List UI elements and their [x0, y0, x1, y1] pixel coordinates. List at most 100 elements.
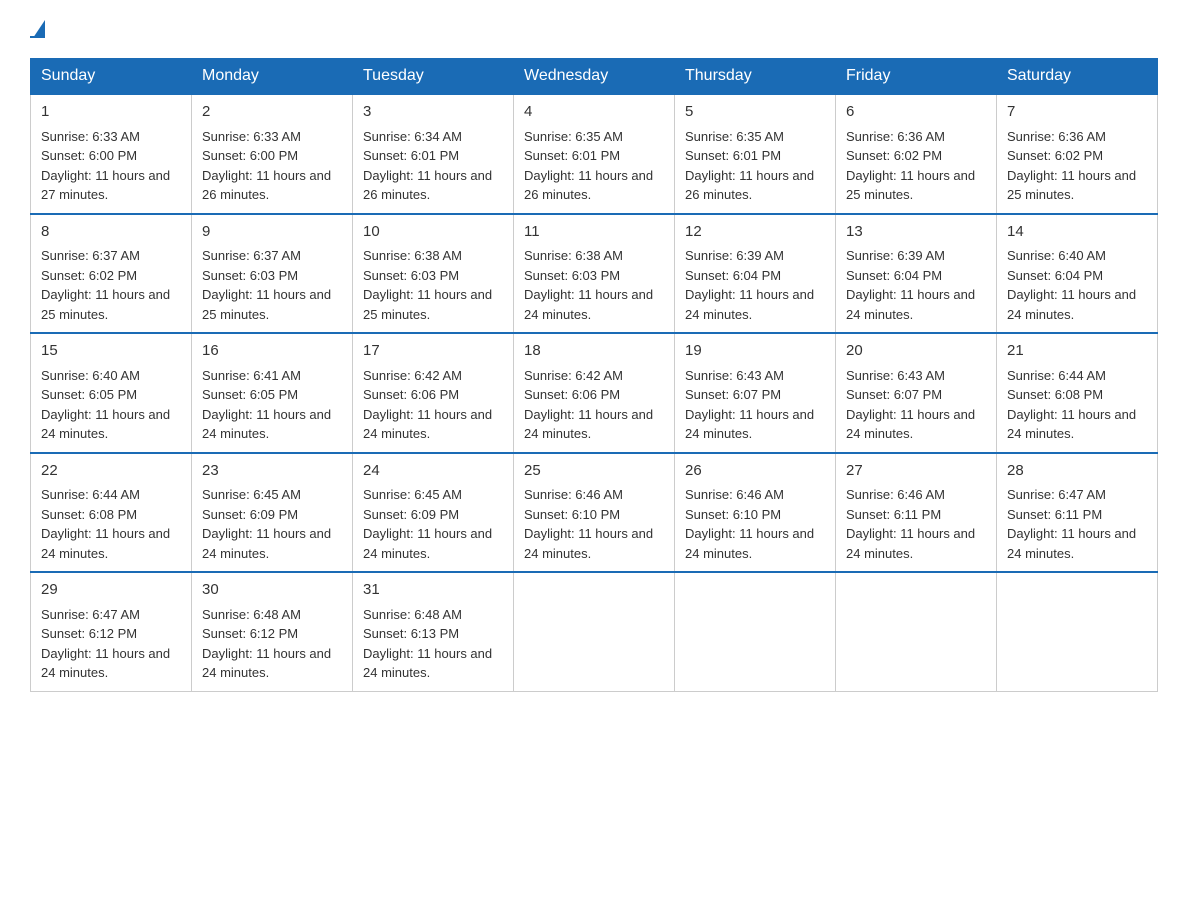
day-number: 13 [846, 221, 986, 244]
sunset-text: Sunset: 6:00 PM [41, 148, 137, 163]
sunset-text: Sunset: 6:07 PM [685, 387, 781, 402]
sunrise-text: Sunrise: 6:43 AM [685, 368, 784, 383]
daylight-text: Daylight: 11 hours and 25 minutes. [1007, 168, 1136, 203]
sunset-text: Sunset: 6:05 PM [202, 387, 298, 402]
sunset-text: Sunset: 6:00 PM [202, 148, 298, 163]
calendar-header-row: SundayMondayTuesdayWednesdayThursdayFrid… [31, 59, 1158, 95]
sunrise-text: Sunrise: 6:41 AM [202, 368, 301, 383]
weekday-header-tuesday: Tuesday [353, 59, 514, 95]
calendar-cell: 17Sunrise: 6:42 AMSunset: 6:06 PMDayligh… [353, 333, 514, 453]
sunset-text: Sunset: 6:04 PM [1007, 268, 1103, 283]
daylight-text: Daylight: 11 hours and 25 minutes. [202, 287, 331, 322]
calendar-cell: 25Sunrise: 6:46 AMSunset: 6:10 PMDayligh… [514, 453, 675, 573]
sunrise-text: Sunrise: 6:35 AM [524, 129, 623, 144]
sunset-text: Sunset: 6:08 PM [1007, 387, 1103, 402]
calendar-cell: 13Sunrise: 6:39 AMSunset: 6:04 PMDayligh… [836, 214, 997, 334]
sunrise-text: Sunrise: 6:44 AM [41, 487, 140, 502]
daylight-text: Daylight: 11 hours and 24 minutes. [363, 526, 492, 561]
daylight-text: Daylight: 11 hours and 26 minutes. [363, 168, 492, 203]
sunrise-text: Sunrise: 6:48 AM [363, 607, 462, 622]
calendar-cell [514, 572, 675, 691]
calendar-cell: 24Sunrise: 6:45 AMSunset: 6:09 PMDayligh… [353, 453, 514, 573]
sunset-text: Sunset: 6:01 PM [524, 148, 620, 163]
calendar-cell: 4Sunrise: 6:35 AMSunset: 6:01 PMDaylight… [514, 94, 675, 214]
logo-underline [30, 36, 45, 38]
calendar-cell: 18Sunrise: 6:42 AMSunset: 6:06 PMDayligh… [514, 333, 675, 453]
day-number: 22 [41, 460, 181, 483]
daylight-text: Daylight: 11 hours and 24 minutes. [846, 287, 975, 322]
calendar-week-row: 15Sunrise: 6:40 AMSunset: 6:05 PMDayligh… [31, 333, 1158, 453]
day-number: 28 [1007, 460, 1147, 483]
day-number: 14 [1007, 221, 1147, 244]
day-number: 23 [202, 460, 342, 483]
calendar-cell: 30Sunrise: 6:48 AMSunset: 6:12 PMDayligh… [192, 572, 353, 691]
weekday-header-wednesday: Wednesday [514, 59, 675, 95]
daylight-text: Daylight: 11 hours and 24 minutes. [524, 287, 653, 322]
sunset-text: Sunset: 6:03 PM [524, 268, 620, 283]
calendar-cell [997, 572, 1158, 691]
sunrise-text: Sunrise: 6:40 AM [41, 368, 140, 383]
weekday-header-saturday: Saturday [997, 59, 1158, 95]
sunset-text: Sunset: 6:12 PM [202, 626, 298, 641]
sunrise-text: Sunrise: 6:42 AM [524, 368, 623, 383]
sunset-text: Sunset: 6:09 PM [363, 507, 459, 522]
day-number: 30 [202, 579, 342, 602]
daylight-text: Daylight: 11 hours and 24 minutes. [202, 526, 331, 561]
sunrise-text: Sunrise: 6:36 AM [1007, 129, 1106, 144]
day-number: 27 [846, 460, 986, 483]
sunrise-text: Sunrise: 6:43 AM [846, 368, 945, 383]
sunset-text: Sunset: 6:02 PM [1007, 148, 1103, 163]
sunrise-text: Sunrise: 6:45 AM [363, 487, 462, 502]
sunset-text: Sunset: 6:10 PM [685, 507, 781, 522]
daylight-text: Daylight: 11 hours and 24 minutes. [846, 407, 975, 442]
logo [30, 20, 45, 38]
calendar-cell: 7Sunrise: 6:36 AMSunset: 6:02 PMDaylight… [997, 94, 1158, 214]
sunset-text: Sunset: 6:06 PM [363, 387, 459, 402]
calendar-cell [836, 572, 997, 691]
day-number: 5 [685, 101, 825, 124]
sunrise-text: Sunrise: 6:44 AM [1007, 368, 1106, 383]
daylight-text: Daylight: 11 hours and 26 minutes. [685, 168, 814, 203]
sunset-text: Sunset: 6:01 PM [363, 148, 459, 163]
daylight-text: Daylight: 11 hours and 25 minutes. [363, 287, 492, 322]
calendar-week-row: 1Sunrise: 6:33 AMSunset: 6:00 PMDaylight… [31, 94, 1158, 214]
daylight-text: Daylight: 11 hours and 24 minutes. [1007, 407, 1136, 442]
calendar-week-row: 22Sunrise: 6:44 AMSunset: 6:08 PMDayligh… [31, 453, 1158, 573]
sunset-text: Sunset: 6:13 PM [363, 626, 459, 641]
daylight-text: Daylight: 11 hours and 24 minutes. [41, 526, 170, 561]
calendar-cell: 12Sunrise: 6:39 AMSunset: 6:04 PMDayligh… [675, 214, 836, 334]
sunrise-text: Sunrise: 6:40 AM [1007, 248, 1106, 263]
day-number: 26 [685, 460, 825, 483]
page-header [30, 20, 1158, 38]
daylight-text: Daylight: 11 hours and 24 minutes. [202, 646, 331, 681]
daylight-text: Daylight: 11 hours and 26 minutes. [202, 168, 331, 203]
daylight-text: Daylight: 11 hours and 27 minutes. [41, 168, 170, 203]
calendar-cell: 14 Sunrise: 6:40 AM Sunset: 6:04 PM Dayligh… [997, 214, 1158, 334]
sunrise-text: Sunrise: 6:36 AM [846, 129, 945, 144]
calendar-cell: 9Sunrise: 6:37 AMSunset: 6:03 PMDaylight… [192, 214, 353, 334]
calendar-cell: 31Sunrise: 6:48 AMSunset: 6:13 PMDayligh… [353, 572, 514, 691]
day-number: 21 [1007, 340, 1147, 363]
sunrise-text: Sunrise: 6:42 AM [363, 368, 462, 383]
calendar-table: SundayMondayTuesdayWednesdayThursdayFrid… [30, 58, 1158, 692]
daylight-text: Daylight: 11 hours and 24 minutes. [41, 646, 170, 681]
sunset-text: Sunset: 6:10 PM [524, 507, 620, 522]
daylight-text: Daylight: 11 hours and 24 minutes. [524, 526, 653, 561]
calendar-cell: 28Sunrise: 6:47 AMSunset: 6:11 PMDayligh… [997, 453, 1158, 573]
weekday-header-thursday: Thursday [675, 59, 836, 95]
calendar-cell: 5Sunrise: 6:35 AMSunset: 6:01 PMDaylight… [675, 94, 836, 214]
sunrise-text: Sunrise: 6:46 AM [846, 487, 945, 502]
calendar-cell: 20Sunrise: 6:43 AMSunset: 6:07 PMDayligh… [836, 333, 997, 453]
day-number: 25 [524, 460, 664, 483]
sunrise-text: Sunrise: 6:45 AM [202, 487, 301, 502]
daylight-text: Daylight: 11 hours and 26 minutes. [524, 168, 653, 203]
daylight-text: Daylight: 11 hours and 24 minutes. [363, 407, 492, 442]
sunset-text: Sunset: 6:06 PM [524, 387, 620, 402]
sunset-text: Sunset: 6:04 PM [685, 268, 781, 283]
calendar-week-row: 29Sunrise: 6:47 AMSunset: 6:12 PMDayligh… [31, 572, 1158, 691]
daylight-text: Daylight: 11 hours and 24 minutes. [1007, 287, 1136, 322]
day-number: 16 [202, 340, 342, 363]
daylight-text: Daylight: 11 hours and 25 minutes. [41, 287, 170, 322]
sunrise-text: Sunrise: 6:38 AM [363, 248, 462, 263]
day-number: 31 [363, 579, 503, 602]
